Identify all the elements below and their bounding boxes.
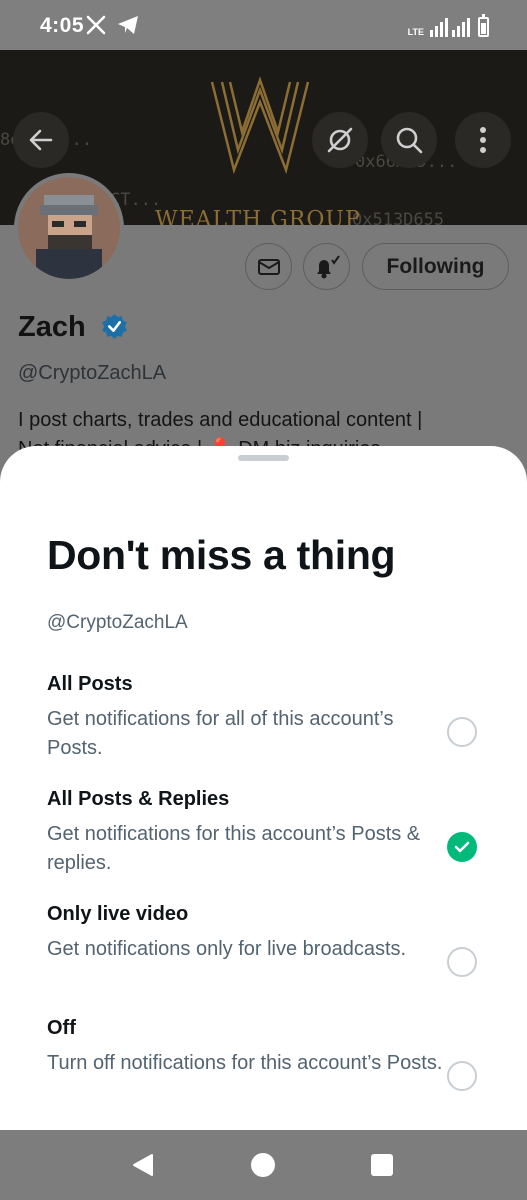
avatar-image [18, 177, 120, 279]
sheet-handle: @CryptoZachLA [47, 612, 188, 633]
telegram-icon [118, 16, 138, 34]
nav-recents-icon[interactable] [371, 1154, 393, 1176]
banner-logo-text: WEALTH GROUP [155, 207, 361, 226]
nav-home-icon[interactable] [251, 1153, 275, 1177]
option-title: Only live video [47, 903, 189, 925]
back-arrow-icon [29, 129, 53, 151]
option-title: All Posts [47, 673, 133, 695]
banner-code-text: 0x513D655 [352, 210, 445, 225]
network-label: LTE [407, 27, 424, 37]
notification-bell-button[interactable] [303, 243, 350, 290]
option-description: Get notifications for this account’s Pos… [47, 823, 421, 874]
search-button[interactable] [381, 112, 437, 168]
sheet-grabber[interactable] [238, 455, 289, 461]
status-right-icons: LTE [408, 14, 489, 37]
verified-badge-icon [102, 314, 127, 339]
mail-icon [257, 258, 280, 275]
status-bar: 4:05 LTE [0, 0, 527, 50]
following-button[interactable]: Following [362, 243, 509, 290]
option-off[interactable]: Off Turn off notifications for this acco… [0, 1017, 527, 1129]
option-only-live-video[interactable]: Only live video Get notifications only f… [0, 903, 527, 1015]
lte-label: LTE [408, 28, 424, 37]
x-logo-icon [86, 15, 106, 35]
notification-settings-sheet: Don't miss a thing @CryptoZachLA All Pos… [0, 446, 527, 1130]
avatar[interactable] [14, 173, 124, 283]
option-description: Turn off notifications for this account’… [47, 1052, 443, 1074]
radio-button[interactable] [447, 717, 477, 747]
option-description: Get notifications only for live broadcas… [47, 938, 407, 960]
status-time: 4:05 [40, 14, 85, 37]
profile-name: Zach [18, 311, 86, 343]
grok-icon [327, 127, 353, 153]
sheet-title: Don't miss a thing [47, 532, 396, 578]
search-icon [396, 127, 423, 154]
signal-icon [430, 18, 448, 37]
check-icon [454, 841, 470, 853]
message-button[interactable] [245, 243, 292, 290]
option-title: Off [47, 1017, 76, 1039]
profile-handle: @CryptoZachLA [18, 362, 167, 384]
wealth-group-logo [210, 76, 310, 175]
nav-back-icon[interactable] [131, 1153, 155, 1177]
option-all-posts-replies[interactable]: All Posts & Replies Get notifications fo… [0, 788, 527, 900]
grok-button[interactable] [312, 112, 368, 168]
system-navigation-bar [0, 1130, 527, 1200]
option-description: Get notifications for all of this accoun… [47, 708, 394, 759]
radio-button[interactable] [447, 947, 477, 977]
bell-check-icon [316, 254, 340, 278]
more-vert-icon [480, 127, 486, 153]
bio-line: I post charts, trades and educational co… [18, 409, 423, 431]
option-all-posts[interactable]: All Posts Get notifications for all of t… [0, 673, 527, 785]
option-title: All Posts & Replies [47, 788, 230, 810]
more-button[interactable] [455, 112, 511, 168]
pixel-avatar-icon [18, 177, 120, 279]
back-button[interactable] [13, 112, 69, 168]
radio-button-checked[interactable] [447, 832, 477, 862]
signal-icon-2 [452, 18, 470, 37]
radio-button[interactable] [447, 1061, 477, 1091]
battery-icon [478, 14, 489, 37]
